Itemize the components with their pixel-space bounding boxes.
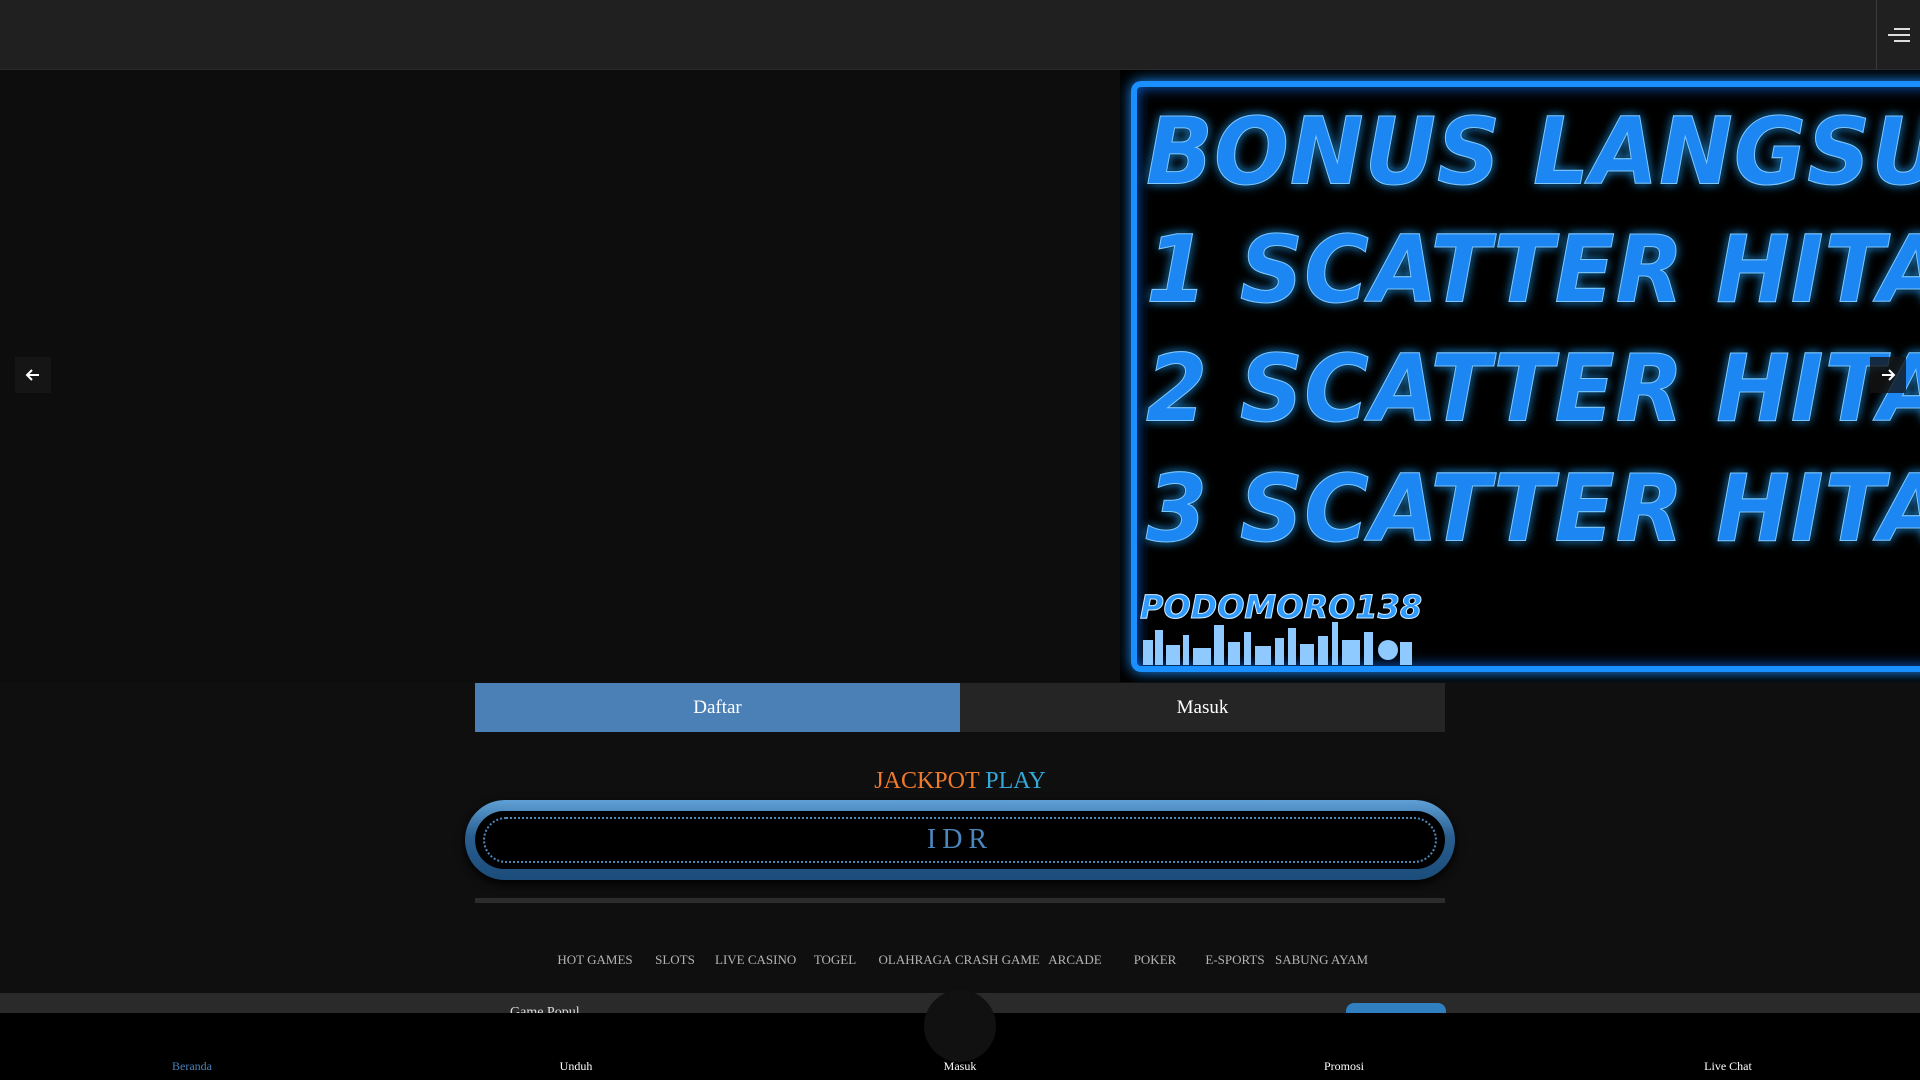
category-sabung-ayam[interactable]: SABUNG AYAM xyxy=(1275,952,1368,974)
arrow-left-icon xyxy=(25,369,39,381)
top-header xyxy=(0,0,1920,70)
category-poker[interactable]: POKER xyxy=(1115,952,1195,974)
popular-games-button[interactable] xyxy=(1346,1003,1446,1013)
banner-line-1: BONUS LANGSUNG xyxy=(1146,97,1920,206)
nav-live-chat[interactable]: Live Chat xyxy=(1648,1059,1808,1074)
carousel-next-button[interactable] xyxy=(1870,357,1906,393)
popular-games-heading: Game Popul xyxy=(510,1005,580,1013)
nav-beranda[interactable]: Beranda xyxy=(112,1059,272,1074)
nav-promosi[interactable]: Promosi xyxy=(1264,1059,1424,1074)
register-button[interactable]: Daftar xyxy=(475,683,960,732)
category-e-sports[interactable]: E-SPORTS xyxy=(1195,952,1275,974)
city-skyline-icon xyxy=(1143,622,1412,665)
jackpot-display: IDR xyxy=(475,811,1445,869)
category-olahraga[interactable]: OLAHRAGA xyxy=(875,952,955,974)
jackpot-counter: IDR xyxy=(465,800,1455,880)
category-live-casino[interactable]: LIVE CASINO xyxy=(715,952,796,974)
banner-slide[interactable]: BONUS LANGSUNG 1 SCATTER HITAM 2 SCATTER… xyxy=(1120,70,1920,682)
auth-buttons: Daftar Masuk xyxy=(475,683,1445,732)
jackpot-title: JACKPOT PLAY xyxy=(475,768,1445,795)
category-crash-game[interactable]: CRASH GAME xyxy=(955,952,1040,974)
nav-unduh[interactable]: Unduh xyxy=(496,1059,656,1074)
jackpot-title-part2: PLAY xyxy=(985,768,1046,794)
category-arcade[interactable]: ARCADE xyxy=(1035,952,1115,974)
section-divider xyxy=(475,898,1445,903)
banner-line-4: 3 SCATTER HITAM xyxy=(1145,454,1920,563)
carousel-prev-button[interactable] xyxy=(15,357,51,393)
game-category-tabs: HOT GAMES SLOTS LIVE CASINO TOGEL OLAHRA… xyxy=(555,952,1368,974)
arrow-right-icon xyxy=(1882,369,1896,381)
category-hot-games[interactable]: HOT GAMES xyxy=(555,952,635,974)
nav-masuk[interactable]: Masuk xyxy=(880,1059,1040,1074)
jackpot-value: IDR xyxy=(926,824,994,855)
category-slots[interactable]: SLOTS xyxy=(635,952,715,974)
category-togel[interactable]: TOGEL xyxy=(795,952,875,974)
menu-button[interactable] xyxy=(1876,0,1920,70)
hamburger-menu-icon xyxy=(1887,28,1910,42)
banner-line-2: 1 SCATTER HITAM xyxy=(1145,215,1920,324)
banner-line-3: 2 SCATTER HITAM xyxy=(1145,334,1920,443)
center-nav-circle[interactable] xyxy=(924,990,996,1062)
banner-carousel[interactable]: BONUS LANGSUNG 1 SCATTER HITAM 2 SCATTER… xyxy=(0,70,1920,682)
jackpot-title-part1: JACKPOT xyxy=(874,768,980,794)
login-button[interactable]: Masuk xyxy=(960,683,1445,732)
